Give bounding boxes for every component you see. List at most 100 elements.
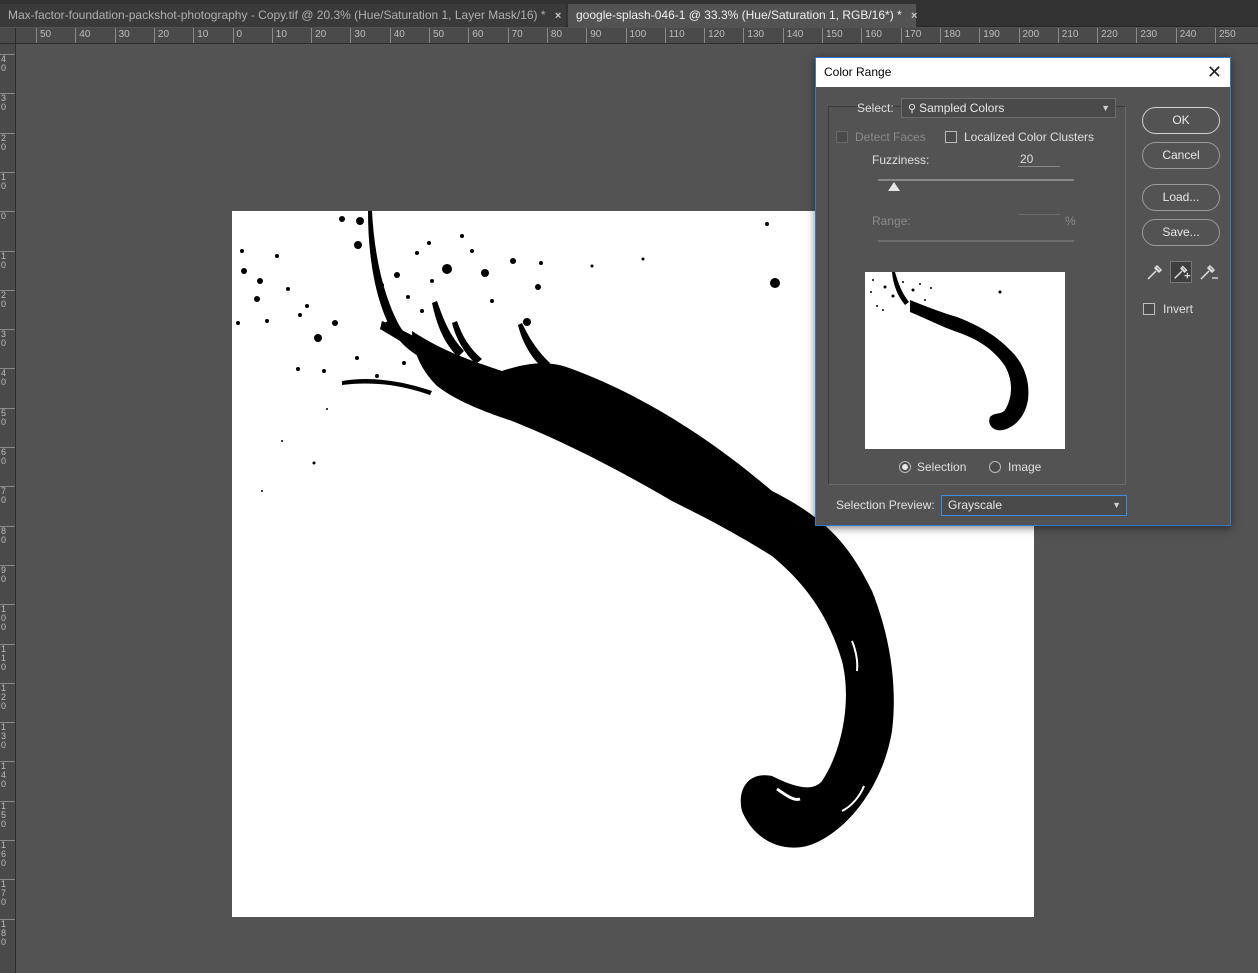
selection-preview-dropdown[interactable]: Grayscale ▼ [941,495,1127,516]
ruler-tick-label: 200 [1018,28,1039,43]
ruler-tick-label: 120 [704,28,725,43]
ruler-tick-label: 40 [75,28,90,43]
chevron-down-icon: ▼ [1101,103,1110,113]
tab-label: google-splash-046-1 @ 33.3% (Hue/Saturat… [576,8,902,22]
ruler-tick-label: 90 [586,28,601,43]
localized-clusters-checkbox[interactable] [945,131,957,143]
color-range-dialog: Color Range ✕ Select: ⚲ Sampled Colors ▼ … [815,57,1231,526]
ruler-tick-label: 100 [625,28,646,43]
ruler-tick-label: 20 [311,28,326,43]
ruler-tick-label: 0 [0,211,15,221]
ruler-tick-label: 250 [1215,28,1236,43]
ruler-tick-label: 9 0 [0,564,15,584]
tab-google-splash[interactable]: google-splash-046-1 @ 33.3% (Hue/Saturat… [568,4,917,28]
image-radio[interactable] [989,461,1001,473]
fuzziness-input[interactable]: 20 [1018,152,1060,167]
ruler-tick-label: 50 [36,28,51,43]
image-radio-label: Image [1008,460,1042,474]
ruler-tick-label: 1 3 0 [0,722,15,750]
selection-preview-label: Selection Preview: [836,498,935,512]
vertical-ruler[interactable]: 4 0 3 0 2 0 1 0 0 1 0 2 0 3 0 4 0 5 0 6 0 7 0 8 0 9 0… [0,28,16,973]
selection-preview-value: Grayscale [948,498,1003,512]
ruler-tick-label: 30 [350,28,366,43]
selection-radio-label: Selection [917,460,967,474]
select-label: Select: [857,101,894,115]
ruler-tick-label: 2 0 [0,132,15,152]
ruler-tick-label: 4 0 [0,368,15,387]
dialog-title: Color Range [824,65,892,79]
ruler-tick-label: 1 0 [0,171,15,191]
ruler-tick-label: 160 [861,28,882,43]
ruler-tick-label: 4 0 [0,54,15,73]
save-button[interactable]: Save... [1142,219,1220,246]
ruler-tick-label: 110 [664,28,685,43]
invert-checkbox[interactable] [1143,303,1155,315]
ruler-tick-label: 1 8 0 [0,918,15,947]
ruler-tick-label: 190 [979,28,1000,43]
range-unit: % [1065,214,1076,228]
ruler-tick-label: 3 0 [0,329,15,348]
fuzziness-slider-thumb[interactable] [887,182,900,191]
range-input [1018,214,1060,215]
ruler-tick-label: 1 0 [0,250,15,270]
load-button[interactable]: Load... [1142,184,1220,211]
tab-close-icon[interactable]: × [911,5,917,28]
selection-radio[interactable] [899,461,911,473]
ruler-tick-label: 10 [271,28,287,43]
ruler-tick-label: 70 [507,28,523,43]
ruler-tick-label: 1 1 0 [0,643,15,672]
ruler-tick-label: 1 5 0 [0,800,15,829]
ruler-tick-label: 1 2 0 [0,682,15,711]
ruler-corner[interactable] [0,28,16,44]
ruler-tick-label: 130 [743,28,764,43]
eyedropper-icon: ⚲ [908,103,917,115]
range-slider-track [878,240,1074,242]
detect-faces-checkbox[interactable] [836,131,848,143]
ruler-tick-label: 6 0 [0,447,15,466]
tab-label: Max-factor-foundation-packshot-photograp… [8,8,546,22]
ruler-tick-label: 2 0 [0,289,15,309]
localized-clusters-label: Localized Color Clusters [964,130,1095,144]
close-icon[interactable]: ✕ [1207,58,1222,86]
ruler-tick-label: 170 [900,28,921,43]
horizontal-ruler[interactable]: 50 40 30 20 10 0 10 20 30 40 50 60 70 80 90 100 110 120 13… [16,28,1258,44]
ruler-tick-label: 150 [822,28,843,43]
ruler-tick-label: 8 0 [0,525,15,545]
ruler-tick-label: 80 [546,28,562,43]
ruler-tick-label: 10 [193,28,208,43]
ruler-tick-label: 20 [153,28,169,43]
ruler-tick-label: 230 [1136,28,1157,43]
ruler-tick-label: 240 [1175,28,1196,43]
range-label: Range: [872,214,911,228]
ruler-tick-label: 1 4 0 [0,761,15,789]
fuzziness-label: Fuzziness: [872,153,930,167]
select-value: Sampled Colors [919,101,1005,115]
ruler-tick-label: 210 [1057,28,1078,43]
eyedropper-icon[interactable] [1144,261,1166,283]
ruler-tick-label: 7 0 [0,486,15,505]
select-dropdown[interactable]: ⚲ Sampled Colors ▼ [901,98,1116,118]
invert-label: Invert [1163,302,1194,316]
ruler-tick-label: 180 [939,28,961,43]
ruler-tick-label: 50 [429,28,444,43]
ruler-tick-label: 3 0 [0,93,15,112]
ruler-tick-label: 40 [389,28,405,43]
selection-preview-image [865,272,1065,449]
ruler-tick-label: 5 0 [0,407,15,427]
eyedropper-plus-icon[interactable] [1170,261,1192,283]
ruler-tick-label: 1 6 0 [0,840,15,868]
tab-close-icon[interactable]: × [555,5,561,28]
document-tab-bar: Max-factor-foundation-packshot-photograp… [0,0,1258,27]
chevron-down-icon: ▼ [1112,500,1121,510]
ruler-tick-label: 60 [468,28,483,43]
ruler-tick-label: 30 [114,28,130,43]
fuzziness-slider-track[interactable] [878,179,1074,181]
ruler-tick-label: 140 [782,28,803,43]
eyedropper-minus-icon[interactable] [1197,261,1219,283]
tab-max-factor[interactable]: Max-factor-foundation-packshot-photograp… [0,4,566,27]
ruler-tick-label: 1 7 0 [0,879,15,907]
ruler-tick-label: 0 [232,28,242,43]
ok-button[interactable]: OK [1142,107,1220,134]
dialog-titlebar[interactable]: Color Range ✕ [816,58,1230,87]
cancel-button[interactable]: Cancel [1142,142,1220,169]
